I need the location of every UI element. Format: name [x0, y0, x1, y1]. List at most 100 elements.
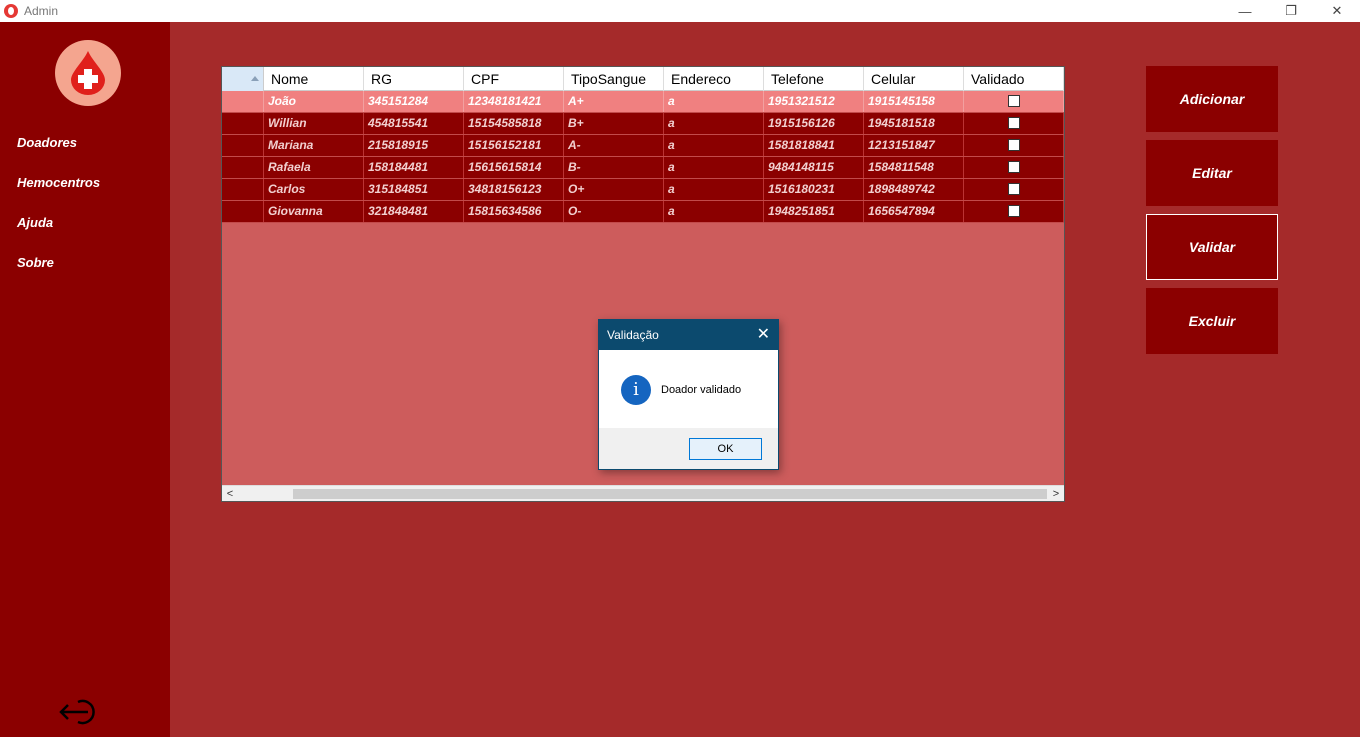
logout-icon[interactable]	[58, 698, 104, 726]
scroll-left-icon[interactable]: <	[222, 486, 238, 501]
cell-nome[interactable]: Willian	[264, 113, 364, 134]
cell-nome[interactable]: Carlos	[264, 179, 364, 200]
table-row[interactable]: Giovanna 321848481 15815634586 O- a 1948…	[222, 201, 1064, 223]
sidebar-item-sobre[interactable]: Sobre	[17, 255, 54, 270]
cell-nome[interactable]: Rafaela	[264, 157, 364, 178]
cell-rg[interactable]: 454815541	[364, 113, 464, 134]
validado-checkbox[interactable]	[1007, 183, 1020, 195]
row-header[interactable]	[222, 179, 264, 200]
cell-celular[interactable]: 1656547894	[864, 201, 964, 222]
cell-cpf[interactable]: 15156152181	[464, 135, 564, 156]
app-icon	[4, 4, 18, 18]
cell-tiposangue[interactable]: A+	[564, 91, 664, 112]
delete-button[interactable]: Excluir	[1146, 288, 1278, 354]
sidebar-item-doadores[interactable]: Doadores	[17, 135, 77, 150]
cell-tiposangue[interactable]: B-	[564, 157, 664, 178]
grid-rows: João 345151284 12348181421 A+ a 19513215…	[222, 91, 1064, 223]
table-row[interactable]: Willian 454815541 15154585818 B+ a 19151…	[222, 113, 1064, 135]
cell-rg[interactable]: 215818915	[364, 135, 464, 156]
table-row[interactable]: Mariana 215818915 15156152181 A- a 15818…	[222, 135, 1064, 157]
validado-checkbox[interactable]	[1007, 161, 1020, 173]
sidebar-item-ajuda[interactable]: Ajuda	[17, 215, 53, 230]
add-button[interactable]: Adicionar	[1146, 66, 1278, 132]
grid-corner-header[interactable]	[222, 67, 264, 91]
cell-rg[interactable]: 321848481	[364, 201, 464, 222]
ok-button[interactable]: OK	[689, 438, 762, 460]
row-header[interactable]	[222, 135, 264, 156]
row-header[interactable]	[222, 113, 264, 134]
cell-tiposangue[interactable]: A-	[564, 135, 664, 156]
scroll-right-icon[interactable]: >	[1048, 486, 1064, 501]
cell-validado	[964, 91, 1064, 112]
window-title: Admin	[24, 4, 59, 18]
cell-celular[interactable]: 1213151847	[864, 135, 964, 156]
cell-cpf[interactable]: 12348181421	[464, 91, 564, 112]
cell-validado	[964, 179, 1064, 200]
row-header[interactable]	[222, 157, 264, 178]
column-header-validado[interactable]: Validado	[964, 67, 1064, 91]
cell-cpf[interactable]: 34818156123	[464, 179, 564, 200]
cell-validado	[964, 113, 1064, 134]
dialog-close-icon[interactable]: ✕	[757, 320, 770, 350]
row-header[interactable]	[222, 91, 264, 112]
validado-checkbox[interactable]	[1007, 95, 1020, 107]
cell-endereco[interactable]: a	[664, 91, 764, 112]
blood-drop-logo-icon	[55, 40, 121, 106]
cell-telefone[interactable]: 9484148115	[764, 157, 864, 178]
validado-checkbox[interactable]	[1007, 139, 1020, 151]
cell-celular[interactable]: 1915145158	[864, 91, 964, 112]
cell-endereco[interactable]: a	[664, 201, 764, 222]
table-row[interactable]: João 345151284 12348181421 A+ a 19513215…	[222, 91, 1064, 113]
column-header-tiposangue[interactable]: TipoSangue	[564, 67, 664, 91]
cell-telefone[interactable]: 1581818841	[764, 135, 864, 156]
cell-celular[interactable]: 1945181518	[864, 113, 964, 134]
cell-endereco[interactable]: a	[664, 157, 764, 178]
column-header-nome[interactable]: Nome	[264, 67, 364, 91]
sidebar-item-hemocentros[interactable]: Hemocentros	[17, 175, 100, 190]
minimize-button[interactable]: —	[1222, 0, 1268, 22]
validate-button[interactable]: Validar	[1146, 214, 1278, 280]
close-button[interactable]: ✕	[1314, 0, 1360, 22]
title-bar: Admin — ❐ ✕	[0, 0, 1360, 22]
cell-rg[interactable]: 315184851	[364, 179, 464, 200]
cell-telefone[interactable]: 1951321512	[764, 91, 864, 112]
cell-nome[interactable]: Giovanna	[264, 201, 364, 222]
cell-telefone[interactable]: 1948251851	[764, 201, 864, 222]
table-row[interactable]: Carlos 315184851 34818156123 O+ a 151618…	[222, 179, 1064, 201]
cell-endereco[interactable]: a	[664, 135, 764, 156]
dialog-title: Validação	[607, 328, 659, 342]
cell-cpf[interactable]: 15615615814	[464, 157, 564, 178]
column-header-telefone[interactable]: Telefone	[764, 67, 864, 91]
cell-cpf[interactable]: 15154585818	[464, 113, 564, 134]
restore-button[interactable]: ❐	[1268, 0, 1314, 22]
cell-celular[interactable]: 1898489742	[864, 179, 964, 200]
cell-nome[interactable]: Mariana	[264, 135, 364, 156]
cell-telefone[interactable]: 1915156126	[764, 113, 864, 134]
column-header-celular[interactable]: Celular	[864, 67, 964, 91]
column-header-cpf[interactable]: CPF	[464, 67, 564, 91]
column-header-rg[interactable]: RG	[364, 67, 464, 91]
scrollbar-thumb[interactable]	[293, 489, 1047, 499]
dialog-title-bar: Validação ✕	[599, 320, 778, 350]
row-header[interactable]	[222, 201, 264, 222]
dialog-footer: OK	[599, 428, 778, 469]
validado-checkbox[interactable]	[1007, 205, 1020, 217]
cell-endereco[interactable]: a	[664, 179, 764, 200]
cell-tiposangue[interactable]: O-	[564, 201, 664, 222]
cell-rg[interactable]: 158184481	[364, 157, 464, 178]
validado-checkbox[interactable]	[1007, 117, 1020, 129]
edit-button[interactable]: Editar	[1146, 140, 1278, 206]
cell-telefone[interactable]: 1516180231	[764, 179, 864, 200]
cell-validado	[964, 135, 1064, 156]
dialog-body: i Doador validado	[599, 350, 778, 428]
cell-tiposangue[interactable]: B+	[564, 113, 664, 134]
cell-tiposangue[interactable]: O+	[564, 179, 664, 200]
cell-cpf[interactable]: 15815634586	[464, 201, 564, 222]
cell-rg[interactable]: 345151284	[364, 91, 464, 112]
column-header-endereco[interactable]: Endereco	[664, 67, 764, 91]
horizontal-scrollbar[interactable]: < >	[222, 485, 1064, 501]
table-row[interactable]: Rafaela 158184481 15615615814 B- a 94841…	[222, 157, 1064, 179]
cell-nome[interactable]: João	[264, 91, 364, 112]
cell-endereco[interactable]: a	[664, 113, 764, 134]
cell-celular[interactable]: 1584811548	[864, 157, 964, 178]
